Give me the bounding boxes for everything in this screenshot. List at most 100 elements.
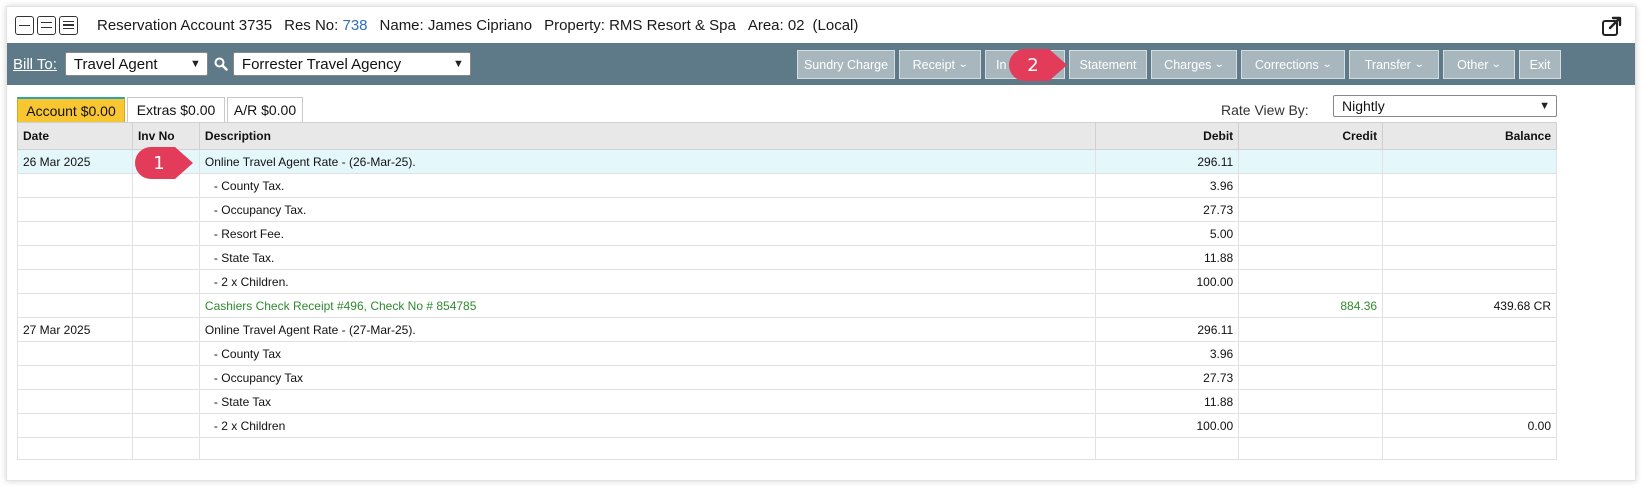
cell-balance bbox=[1382, 245, 1557, 270]
cell-description: Online Travel Agent Rate - (27-Mar-25). bbox=[198, 317, 1097, 342]
table-row[interactable]: - County Tax 3.96 bbox=[17, 341, 1557, 366]
cell-description: - State Tax bbox=[198, 389, 1097, 414]
table-row[interactable]: - 2 x Children 100.00 0.00 bbox=[17, 413, 1557, 438]
cell-date bbox=[17, 197, 133, 222]
cell-empty bbox=[1238, 437, 1384, 460]
cell-inv-no bbox=[131, 413, 200, 438]
bill-to-agency-value: Forrester Travel Agency bbox=[241, 55, 402, 73]
table-row[interactable]: - Occupancy Tax. 27.73 bbox=[17, 197, 1557, 222]
rate-view-label: Rate View By: bbox=[1221, 102, 1309, 118]
restore-icon[interactable] bbox=[37, 15, 56, 35]
cell-empty bbox=[131, 437, 200, 460]
bill-to-type-select[interactable]: Travel Agent ▼ bbox=[64, 52, 208, 76]
chevron-down-icon: ⌄ bbox=[1491, 59, 1503, 70]
area-local: (Local) bbox=[812, 16, 859, 34]
cell-debit: 3.96 bbox=[1095, 173, 1240, 198]
cell-balance: 439.68 CR bbox=[1382, 293, 1557, 318]
cell-inv-no bbox=[131, 317, 200, 342]
popout-icon[interactable] bbox=[1601, 15, 1623, 37]
cell-debit: 27.73 bbox=[1095, 197, 1240, 222]
col-description[interactable]: Description bbox=[198, 122, 1097, 150]
cell-inv-no bbox=[131, 293, 200, 318]
col-inv-no[interactable]: Inv No bbox=[131, 122, 200, 150]
cell-description: Online Travel Agent Rate - (26-Mar-25). bbox=[198, 149, 1097, 174]
sundry-charge-button[interactable]: Sundry Charge bbox=[797, 50, 895, 79]
other-button[interactable]: Other ⌄ bbox=[1443, 50, 1515, 79]
cell-balance bbox=[1382, 389, 1557, 414]
bill-to-label[interactable]: Bill To: bbox=[13, 56, 57, 73]
table-row-empty bbox=[17, 437, 1557, 460]
table-row[interactable]: - State Tax 11.88 bbox=[17, 389, 1557, 414]
cell-debit: 296.11 bbox=[1095, 317, 1240, 342]
menu-icon[interactable] bbox=[59, 15, 78, 35]
cell-inv-no bbox=[131, 245, 200, 270]
col-debit[interactable]: Debit bbox=[1095, 122, 1240, 150]
cell-credit bbox=[1238, 245, 1384, 270]
cell-credit bbox=[1238, 341, 1384, 366]
cell-debit: 11.88 bbox=[1095, 245, 1240, 270]
search-icon[interactable] bbox=[211, 57, 231, 71]
ledger-body: 26 Mar 2025 Online Travel Agent Rate - (2… bbox=[17, 149, 1557, 460]
res-no-link[interactable]: 738 bbox=[342, 17, 367, 34]
tab-ar[interactable]: A/R $0.00 bbox=[227, 97, 303, 122]
cell-description: - County Tax. bbox=[198, 173, 1097, 198]
cell-debit: 100.00 bbox=[1095, 269, 1240, 294]
charges-button[interactable]: Charges ⌄ bbox=[1151, 50, 1237, 79]
cell-inv-no bbox=[131, 365, 200, 390]
cell-description: - Resort Fee. bbox=[198, 221, 1097, 246]
cell-date bbox=[17, 269, 133, 294]
account-title: Reservation Account 3735 bbox=[97, 16, 273, 34]
table-row[interactable]: - Occupancy Tax 27.73 bbox=[17, 365, 1557, 390]
rate-view-select[interactable]: Nightly ▼ bbox=[1333, 95, 1557, 117]
cell-credit bbox=[1238, 221, 1384, 246]
cell-debit: 3.96 bbox=[1095, 341, 1240, 366]
table-row[interactable]: - State Tax. 11.88 bbox=[17, 245, 1557, 270]
cell-balance bbox=[1382, 269, 1557, 294]
chevron-down-icon: ⌄ bbox=[1214, 59, 1226, 70]
receipt-button[interactable]: Receipt ⌄ bbox=[899, 50, 981, 79]
cell-credit bbox=[1238, 389, 1384, 414]
cell-debit bbox=[1095, 293, 1240, 318]
corrections-button[interactable]: Corrections ⌄ bbox=[1241, 50, 1345, 79]
area-label: Area: 02 bbox=[747, 16, 805, 34]
callout-2: 2 bbox=[1027, 54, 1039, 76]
cell-inv-no bbox=[131, 341, 200, 366]
minimize-icon[interactable] bbox=[15, 15, 34, 35]
table-row[interactable]: 26 Mar 2025 Online Travel Agent Rate - (2… bbox=[17, 149, 1557, 174]
title-bar: Reservation Account 3735 Res No: 738 Nam… bbox=[7, 7, 1635, 43]
cell-balance bbox=[1382, 317, 1557, 342]
chevron-down-icon: ▼ bbox=[1539, 100, 1550, 112]
cell-empty bbox=[198, 437, 1097, 460]
cell-date: 26 Mar 2025 bbox=[17, 149, 133, 174]
rate-view-value: Nightly bbox=[1342, 98, 1385, 114]
transfer-button[interactable]: Transfer ⌄ bbox=[1349, 50, 1439, 79]
chevron-down-icon: ⌄ bbox=[957, 59, 969, 70]
cell-empty bbox=[1382, 437, 1557, 460]
cell-date bbox=[17, 221, 133, 246]
col-date[interactable]: Date bbox=[17, 122, 133, 150]
exit-button[interactable]: Exit bbox=[1519, 50, 1561, 79]
tab-account[interactable]: Account $0.00 bbox=[17, 97, 125, 122]
cell-debit: 100.00 bbox=[1095, 413, 1240, 438]
cell-credit bbox=[1238, 197, 1384, 222]
chevron-down-icon: ⌄ bbox=[1321, 59, 1333, 70]
cell-date bbox=[17, 173, 133, 198]
guest-name: Name: James Cipriano bbox=[379, 16, 533, 34]
col-balance[interactable]: Balance bbox=[1382, 122, 1557, 150]
cell-date bbox=[17, 293, 133, 318]
tab-extras[interactable]: Extras $0.00 bbox=[127, 97, 225, 122]
table-row[interactable]: Cashiers Check Receipt #496, Check No # … bbox=[17, 293, 1557, 318]
cell-balance bbox=[1382, 173, 1557, 198]
statement-button[interactable]: Statement bbox=[1069, 50, 1147, 79]
col-credit[interactable]: Credit bbox=[1238, 122, 1384, 150]
cell-inv-no bbox=[131, 197, 200, 222]
table-row[interactable]: 27 Mar 2025 Online Travel Agent Rate - (2… bbox=[17, 317, 1557, 342]
cell-balance bbox=[1382, 221, 1557, 246]
table-row[interactable]: - County Tax. 3.96 bbox=[17, 173, 1557, 198]
table-row[interactable]: - 2 x Children. 100.00 bbox=[17, 269, 1557, 294]
bill-to-agency-select[interactable]: Forrester Travel Agency ▼ bbox=[232, 52, 471, 76]
cell-balance bbox=[1382, 197, 1557, 222]
table-row[interactable]: - Resort Fee. 5.00 bbox=[17, 221, 1557, 246]
toolbar: Bill To: Travel Agent ▼ Forrester Travel… bbox=[7, 43, 1635, 85]
chevron-down-icon: ⌄ bbox=[1413, 59, 1425, 70]
